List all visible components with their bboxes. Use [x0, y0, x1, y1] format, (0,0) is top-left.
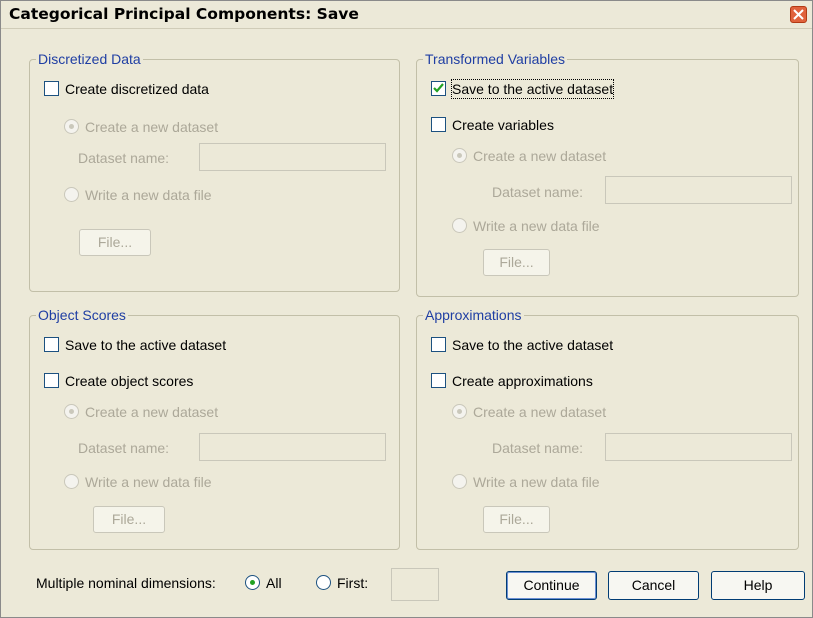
- radio-dot[interactable]: [452, 404, 467, 419]
- object-save-active-label: Save to the active dataset: [65, 337, 227, 353]
- radio-dot[interactable]: [245, 575, 260, 590]
- multiple-all-label: All: [266, 575, 282, 591]
- continue-button[interactable]: Continue: [506, 571, 597, 600]
- object-new-dataset-radio[interactable]: Create a new dataset: [64, 403, 294, 423]
- multiple-first-radio[interactable]: First:: [316, 574, 382, 594]
- multiple-all-radio[interactable]: All: [245, 574, 301, 594]
- object-dataset-name-input[interactable]: [199, 433, 386, 461]
- approximations-legend: Approximations: [423, 307, 524, 324]
- cancel-button[interactable]: Cancel: [608, 571, 699, 600]
- transformed-write-file-label: Write a new data file: [473, 218, 600, 234]
- object-scores-legend: Object Scores: [36, 307, 128, 324]
- object-save-active-checkbox[interactable]: Save to the active dataset: [44, 336, 294, 356]
- transformed-variables-legend: Transformed Variables: [423, 51, 568, 68]
- discretized-data-legend: Discretized Data: [36, 51, 143, 68]
- close-icon: [793, 9, 804, 20]
- create-approximations-label: Create approximations: [452, 373, 593, 389]
- approx-file-button[interactable]: File...: [483, 506, 550, 533]
- discretized-new-dataset-radio[interactable]: Create a new dataset: [64, 118, 294, 138]
- transformed-variables-group: Transformed Variables Save to the active…: [416, 51, 799, 297]
- approx-write-file-radio[interactable]: Write a new data file: [452, 473, 682, 493]
- create-approximations-checkbox[interactable]: Create approximations: [431, 372, 681, 392]
- radio-dot[interactable]: [64, 187, 79, 202]
- checkbox-box[interactable]: [431, 373, 446, 388]
- radio-dot[interactable]: [452, 474, 467, 489]
- radio-dot[interactable]: [64, 119, 79, 134]
- approx-dataset-name-input[interactable]: [605, 433, 792, 461]
- object-scores-group: Object Scores Save to the active dataset…: [29, 307, 400, 550]
- dialog-window: Categorical Principal Components: Save D…: [0, 0, 813, 618]
- create-object-scores-checkbox[interactable]: Create object scores: [44, 372, 294, 392]
- object-dataset-name-label: Dataset name:: [78, 440, 170, 456]
- checkbox-box[interactable]: [431, 81, 446, 96]
- transformed-dataset-name-label: Dataset name:: [492, 184, 584, 200]
- radio-dot[interactable]: [64, 474, 79, 489]
- close-button[interactable]: [790, 6, 807, 23]
- create-variables-label: Create variables: [452, 117, 554, 133]
- help-button[interactable]: Help: [711, 571, 805, 600]
- object-write-file-label: Write a new data file: [85, 474, 212, 490]
- multiple-nominal-label: Multiple nominal dimensions:: [36, 575, 216, 591]
- approx-new-dataset-label: Create a new dataset: [473, 404, 607, 420]
- checkbox-box[interactable]: [44, 337, 59, 352]
- discretized-new-dataset-label: Create a new dataset: [85, 119, 219, 135]
- create-object-scores-label: Create object scores: [65, 373, 194, 389]
- radio-dot[interactable]: [452, 218, 467, 233]
- object-file-button[interactable]: File...: [93, 506, 165, 533]
- radio-dot[interactable]: [316, 575, 331, 590]
- transformed-save-active-checkbox[interactable]: Save to the active dataset: [431, 79, 671, 100]
- first-dimensions-input[interactable]: [391, 568, 439, 601]
- title-bar[interactable]: Categorical Principal Components: Save: [1, 1, 812, 29]
- checkbox-box[interactable]: [431, 337, 446, 352]
- discretized-data-group: Discretized Data Create discretized data…: [29, 51, 400, 292]
- approx-new-dataset-radio[interactable]: Create a new dataset: [452, 403, 682, 423]
- radio-dot[interactable]: [452, 148, 467, 163]
- approx-save-active-checkbox[interactable]: Save to the active dataset: [431, 336, 681, 356]
- object-new-dataset-label: Create a new dataset: [85, 404, 219, 420]
- transformed-save-active-label: Save to the active dataset: [450, 79, 615, 99]
- checkbox-box[interactable]: [44, 373, 59, 388]
- approx-dataset-name-label: Dataset name:: [492, 440, 584, 456]
- multiple-first-label: First:: [337, 575, 369, 591]
- transformed-write-file-radio[interactable]: Write a new data file: [452, 217, 682, 237]
- transformed-new-dataset-radio[interactable]: Create a new dataset: [452, 147, 682, 167]
- discretized-dataset-name-input[interactable]: [199, 143, 386, 171]
- discretized-dataset-name-label: Dataset name:: [78, 150, 170, 166]
- approximations-group: Approximations Save to the active datase…: [416, 307, 799, 550]
- checkbox-box[interactable]: [431, 117, 446, 132]
- object-write-file-radio[interactable]: Write a new data file: [64, 473, 294, 493]
- transformed-dataset-name-input[interactable]: [605, 176, 792, 204]
- checkmark-icon: [433, 83, 444, 93]
- window-title: Categorical Principal Components: Save: [9, 5, 359, 23]
- transformed-file-button[interactable]: File...: [483, 249, 550, 276]
- discretized-write-file-radio[interactable]: Write a new data file: [64, 186, 294, 206]
- create-discretized-checkbox[interactable]: Create discretized data: [44, 80, 294, 100]
- create-variables-checkbox[interactable]: Create variables: [431, 116, 631, 136]
- discretized-file-button[interactable]: File...: [79, 229, 151, 256]
- create-discretized-label: Create discretized data: [65, 81, 209, 97]
- approx-save-active-label: Save to the active dataset: [452, 337, 614, 353]
- radio-dot[interactable]: [64, 404, 79, 419]
- approx-write-file-label: Write a new data file: [473, 474, 600, 490]
- checkbox-box[interactable]: [44, 81, 59, 96]
- transformed-new-dataset-label: Create a new dataset: [473, 148, 607, 164]
- discretized-write-file-label: Write a new data file: [85, 187, 212, 203]
